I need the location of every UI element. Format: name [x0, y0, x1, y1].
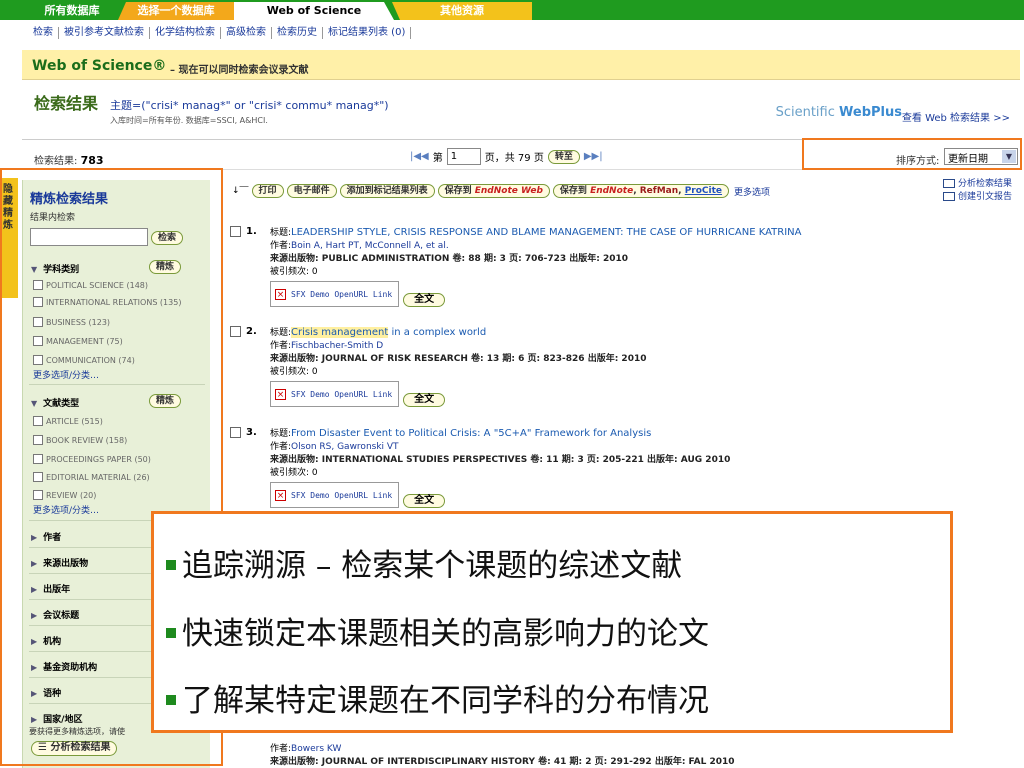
print-button[interactable]: 打印 — [251, 184, 284, 198]
nav-structure-search[interactable]: 化学结构检索 — [150, 27, 221, 39]
nav-cited-ref-search[interactable]: 被引参考文献检索 — [59, 27, 150, 39]
record-number: 1. — [246, 226, 257, 237]
bullet-icon — [166, 559, 176, 570]
fulltext-button[interactable]: 全文 — [403, 293, 446, 307]
record-source: 来源出版物: PUBLIC ADMINISTRATION 卷: 88 期: 3 … — [270, 254, 629, 264]
tab-all-databases[interactable]: 所有数据库 — [22, 2, 122, 20]
record-checkbox[interactable] — [230, 226, 241, 237]
record-title-link[interactable]: LEADERSHIP STYLE, CRISIS RESPONSE AND BL… — [291, 227, 801, 238]
webplus-link[interactable]: 查看 Web 检索结果 >> — [902, 109, 1010, 124]
callout-line: 快速锁定本课题相关的高影响力的论文 — [166, 608, 709, 653]
broken-image-icon: × — [275, 489, 286, 501]
tab-select-database[interactable]: 选择一个数据库 — [118, 2, 234, 20]
record-authors[interactable]: Fischbacher-Smith D — [291, 341, 383, 351]
go-button[interactable]: 转至 — [547, 149, 580, 164]
sfx-link[interactable]: × SFX Demo OpenURL Link — [270, 281, 400, 307]
sub-nav: 检索 被引参考文献检索 化学结构检索 高级检索 检索历史 标记结果列表 (0) — [28, 22, 412, 44]
results-header: 检索结果 主题=("crisi* manag*" or "crisi* comm… — [22, 82, 1020, 140]
nav-advanced-search[interactable]: 高级检索 — [221, 27, 272, 39]
record-toolbar: ↓⎺ 打印 电子邮件 添加到标记结果列表 保存到 EndNote Web 保存到… — [232, 184, 770, 198]
sfx-link[interactable]: × SFX Demo OpenURL Link — [270, 381, 400, 407]
record-cited: 被引频次: 0 — [270, 468, 318, 478]
more-options-link[interactable]: 更多选项 — [734, 185, 770, 198]
record-source: 来源出版物: INTERNATIONAL STUDIES PERSPECTIVE… — [270, 455, 731, 465]
bar-chart-icon — [942, 192, 955, 201]
record-title-link[interactable]: From Disaster Event to Political Crisis:… — [291, 428, 651, 439]
sort-highlight-box: 排序方式: 更新日期 ▼ — [802, 138, 1022, 170]
analyze-results-link[interactable]: 分析检索结果 — [942, 178, 1012, 191]
record-number: 2. — [246, 326, 257, 337]
bullet-icon — [166, 627, 176, 638]
fulltext-button[interactable]: 全文 — [403, 393, 446, 407]
sfx-link[interactable]: × SFX Demo OpenURL Link — [270, 482, 400, 508]
record-number: 3. — [246, 427, 257, 438]
callout-box: 追踪溯源 – 检索某个课题的综述文献 快速锁定本课题相关的高影响力的论文 了解某… — [151, 511, 953, 733]
product-title: Web of Science® — [32, 58, 167, 74]
next-last-page-icon[interactable]: ▶▶| — [584, 151, 603, 162]
result-count: 检索结果: 783 — [34, 154, 104, 167]
callout-line: 追踪溯源 – 检索某个课题的综述文献 — [166, 540, 682, 585]
fulltext-button[interactable]: 全文 — [403, 494, 446, 508]
record-authors[interactable]: Olson RS, Gawronski VT — [291, 442, 399, 452]
record-title-link[interactable]: Crisis management in a complex world — [291, 327, 486, 338]
record-authors[interactable]: Bowers KW — [291, 744, 341, 754]
sort-select[interactable]: 更新日期 ▼ — [944, 148, 1018, 165]
product-band: Web of Science® – 现在可以同时检索会议录文献 — [22, 50, 1020, 80]
chevron-down-icon: ▼ — [1002, 150, 1016, 163]
record-source: 来源出版物: JOURNAL OF INTERDISCIPLINARY HIST… — [270, 757, 735, 767]
first-prev-page-icon[interactable]: |◀◀ — [410, 151, 429, 162]
citation-report-link[interactable]: 创建引文报告 — [942, 191, 1012, 204]
nav-search-history[interactable]: 检索历史 — [272, 27, 323, 39]
record-checkbox[interactable] — [230, 427, 241, 438]
email-button[interactable]: 电子邮件 — [286, 184, 337, 198]
callout-line: 了解某特定课题在不同学科的分布情况 — [166, 675, 709, 720]
add-marked-button[interactable]: 添加到标记结果列表 — [339, 184, 435, 198]
analyze-icon — [942, 179, 955, 188]
top-tab-bar: 所有数据库 选择一个数据库 Web of Science 其他资源 — [0, 0, 1024, 20]
record-checkbox[interactable] — [230, 326, 241, 337]
page-number-input[interactable] — [446, 148, 481, 165]
arrow-icon: ↓⎺ — [232, 186, 249, 196]
broken-image-icon: × — [275, 388, 286, 400]
results-heading: 检索结果 — [34, 94, 99, 113]
analysis-links: 分析检索结果 创建引文报告 — [942, 178, 1012, 204]
pagination: |◀◀ 第 页，共 79 页 转至 ▶▶| — [410, 148, 603, 165]
nav-marked-list[interactable]: 标记结果列表 (0) — [323, 27, 412, 39]
sort-label: 排序方式: — [896, 156, 940, 167]
product-subtitle: – 现在可以同时检索会议录文献 — [170, 65, 309, 76]
query-topic: 主题=("crisi* manag*" or "crisi* commu* ma… — [110, 99, 389, 112]
save-endnote-button[interactable]: 保存到 EndNote, RefMan, ProCite — [552, 184, 730, 198]
record-cited: 被引频次: 0 — [270, 267, 318, 277]
bullet-icon — [166, 694, 176, 705]
record-authors[interactable]: Boin A, Hart PT, McConnell A, et al. — [291, 241, 449, 251]
tab-web-of-science[interactable]: Web of Science — [234, 2, 394, 20]
nav-search[interactable]: 检索 — [28, 27, 59, 39]
save-endnote-web-button[interactable]: 保存到 EndNote Web — [437, 184, 550, 198]
webplus-logo: Scientific WebPlus — [775, 105, 902, 120]
record-cited: 被引频次: 0 — [270, 367, 318, 377]
tab-other-resources[interactable]: 其他资源 — [392, 2, 532, 20]
query-meta: 入库时间=所有年份. 数据库=SSCI, A&HCI. — [110, 116, 268, 125]
record-source: 来源出版物: JOURNAL OF RISK RESEARCH 卷: 13 期:… — [270, 354, 647, 364]
broken-image-icon: × — [275, 288, 286, 300]
